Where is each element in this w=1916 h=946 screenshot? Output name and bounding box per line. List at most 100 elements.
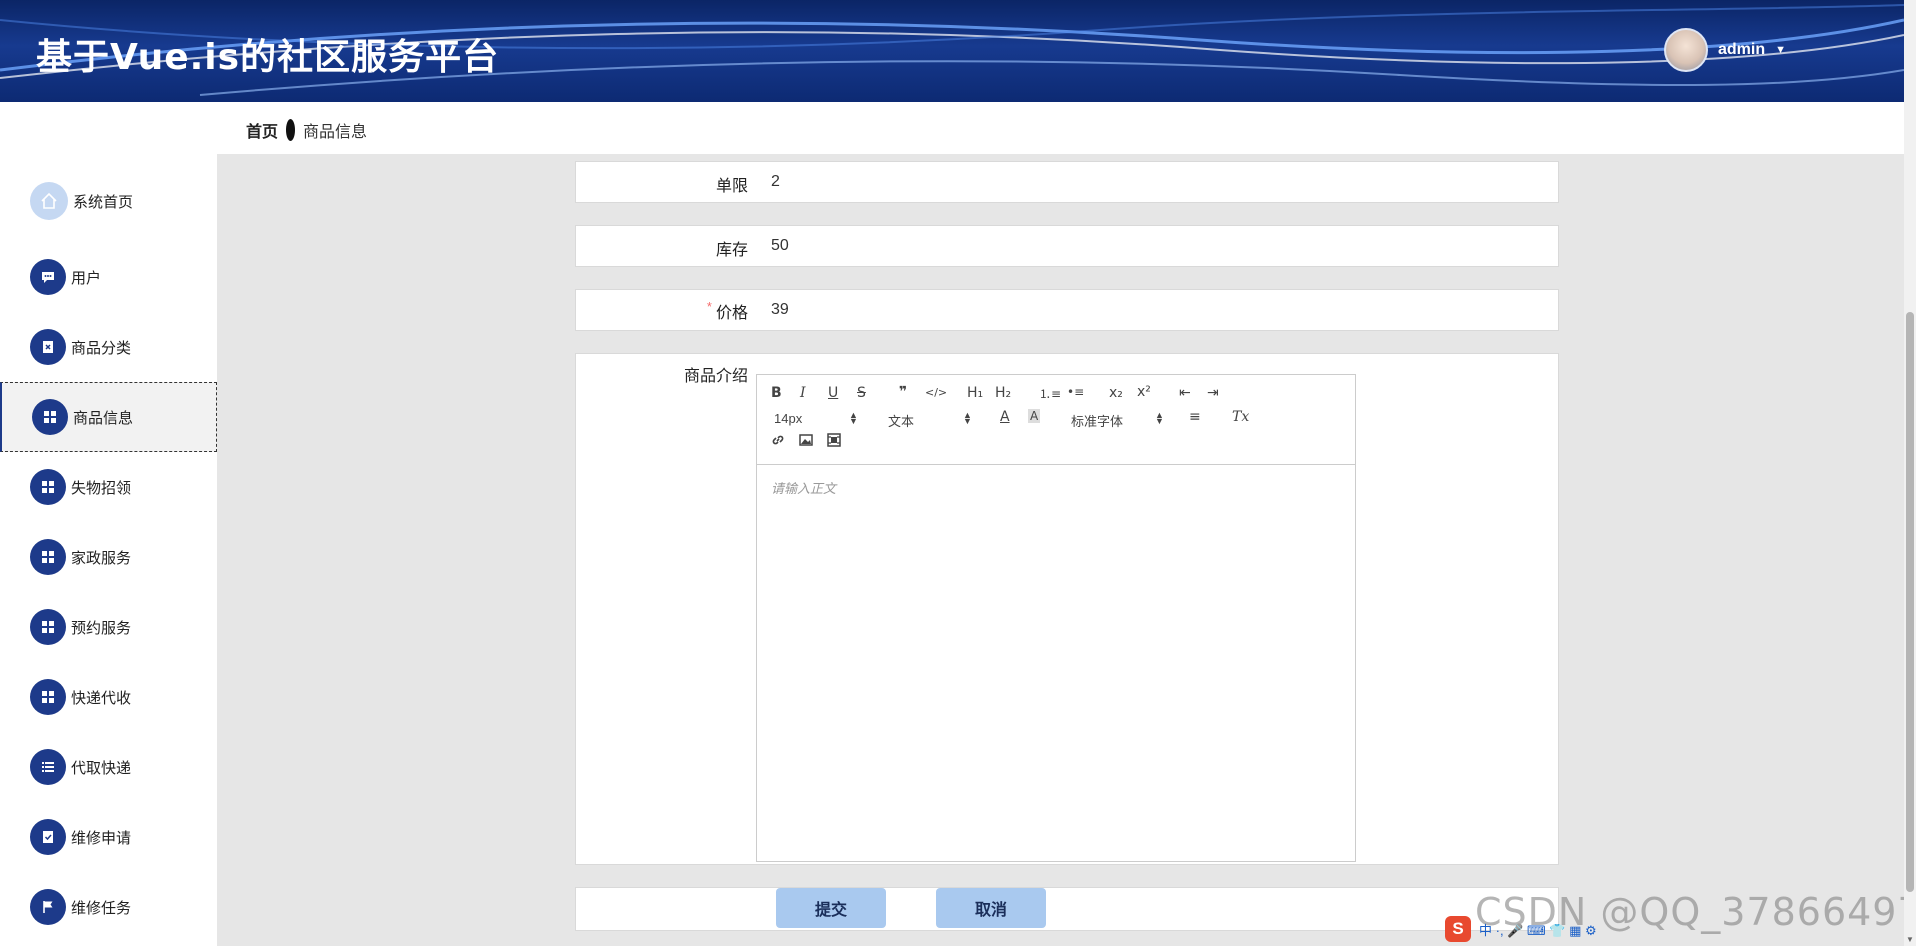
font-size-select[interactable]: 14px ▲ ▼ [774,410,858,427]
sidebar-item-housekeeping[interactable]: 家政服务 [0,522,217,592]
form-row-limit: 单限 2 [575,161,1559,203]
indent-button[interactable]: ⇥ [1207,385,1219,401]
sidebar-item-category[interactable]: 商品分类 [0,312,217,382]
header-select[interactable]: 文本 ▲ ▼ [888,411,972,430]
stock-value[interactable]: 50 [771,237,789,255]
bold-button[interactable]: B [771,385,782,401]
chat-icon [30,259,66,295]
header-2-button[interactable]: H₂ [995,385,1011,401]
italic-button[interactable]: I [800,385,806,401]
limit-label: 单限 [715,178,748,195]
superscript-button[interactable]: x² [1137,384,1151,400]
sidebar-item-lost-found[interactable]: 失物招领 [0,452,217,522]
price-label-text: 价格 [715,305,748,322]
breadcrumb-current: 商品信息 [303,124,368,141]
required-mark: * [706,299,712,314]
breadcrumb-bar: 首页 商品信息 [0,102,1904,154]
font-color-button[interactable]: A [1000,409,1010,425]
font-size-value: 14px [774,411,803,426]
clean-format-button[interactable]: Tx [1232,409,1249,425]
background-color-button[interactable]: A [1028,409,1041,423]
image-icon[interactable] [799,433,813,451]
ime-status-text[interactable]: 中 ·, 🎤 ⌨ 👕 ▦ ⚙ [1479,920,1597,939]
sidebar: 系统首页 用户 商品分类 商品信息 失物招领 家政服务 预约服务 快递代收 代取… [0,154,217,946]
select-arrows-icon: ▲ ▼ [849,410,858,426]
editor-toolbar: B I U S ❞ </> H₁ H₂ ⒈≡ •≡ x₂ x² ⇤ ⇥ 14px… [757,375,1355,465]
sidebar-item-label: 维修任务 [71,899,132,917]
rich-text-editor: B I U S ❞ </> H₁ H₂ ⒈≡ •≡ x₂ x² ⇤ ⇥ 14px… [756,374,1356,862]
sidebar-item-label: 代取快递 [71,759,132,777]
scroll-down-icon[interactable]: ▼ [1906,935,1914,944]
top-header: 基于Vue.is的社区服务平台 admin ▼ [0,0,1904,102]
select-arrows-icon: ▲ ▼ [963,410,972,426]
ordered-list-button[interactable]: ⒈≡ [1039,385,1061,402]
sidebar-item-label: 商品分类 [71,339,132,357]
editor-placeholder: 请输入正文 [771,481,837,496]
grid-icon [30,469,66,505]
sidebar-item-label: 家政服务 [71,549,132,567]
sidebar-item-label: 商品信息 [73,409,134,427]
align-button[interactable]: ≡ [1189,409,1201,425]
ime-toolbar[interactable]: S 中 ·, 🎤 ⌨ 👕 ▦ ⚙ [1445,912,1655,946]
limit-value[interactable]: 2 [771,173,780,191]
font-family-value: 标准字体 [1071,414,1124,429]
outdent-button[interactable]: ⇤ [1179,385,1191,401]
main-content: 单限 2 库存 50 * 价格 39 商品介绍 B I U S ❞ </> H₁ … [217,154,1904,946]
select-arrows-icon: ▲ ▼ [1155,410,1164,426]
sidebar-item-home[interactable]: 系统首页 [0,166,217,236]
sidebar-item-repair-task[interactable]: 维修任务 [0,872,217,942]
breadcrumb-separator-icon [286,119,296,141]
subscript-button[interactable]: x₂ [1109,385,1123,401]
video-icon[interactable] [827,433,841,451]
home-icon [30,182,68,220]
header-1-button[interactable]: H₁ [967,385,983,401]
chevron-down-icon[interactable]: ▼ [1775,44,1786,56]
grid-icon [30,609,66,645]
form-row-price: * 价格 39 [575,289,1559,331]
header-select-value: 文本 [888,414,915,429]
code-block-button[interactable]: </> [925,386,947,399]
clipboard-icon [30,329,66,365]
price-label: * 价格 [707,299,748,323]
strike-button[interactable]: S [857,385,866,401]
link-icon[interactable] [771,433,785,450]
cancel-button[interactable]: 取消 [936,888,1046,928]
sidebar-item-user[interactable]: 用户 [0,242,217,312]
sidebar-item-parcel-pickup[interactable]: 代取快递 [0,732,217,802]
breadcrumb-home[interactable]: 首页 [246,118,278,142]
sidebar-item-label: 用户 [71,269,102,287]
sidebar-item-reservation[interactable]: 预约服务 [0,592,217,662]
flag-icon [30,889,66,925]
form-row-stock: 库存 50 [575,225,1559,267]
font-family-select[interactable]: 标准字体 ▲ ▼ [1071,410,1164,430]
sidebar-item-goods[interactable]: 商品信息 [0,382,217,452]
stock-label: 库存 [715,242,748,259]
user-name[interactable]: admin [1718,41,1765,59]
sidebar-item-label: 系统首页 [73,193,134,211]
sidebar-item-repair-request[interactable]: 维修申请 [0,802,217,872]
bullet-list-button[interactable]: •≡ [1067,385,1084,399]
list-icon [30,749,66,785]
avatar[interactable] [1663,28,1708,72]
breadcrumb: 首页 商品信息 [246,118,367,142]
form-row-intro: 商品介绍 B I U S ❞ </> H₁ H₂ ⒈≡ •≡ x₂ x² ⇤ ⇥… [575,353,1559,865]
price-value[interactable]: 39 [771,301,789,319]
sidebar-item-label: 快递代收 [71,689,132,707]
user-menu[interactable]: admin ▼ [1663,28,1786,72]
grid-icon [30,539,66,575]
grid-icon [30,679,66,715]
underline-button[interactable]: U [828,385,838,401]
sidebar-item-label: 预约服务 [71,619,132,637]
blockquote-button[interactable]: ❞ [899,384,907,400]
grid-icon [32,399,68,435]
clipboard-check-icon [30,819,66,855]
sidebar-item-label: 维修申请 [71,829,132,847]
form-row-actions: 提交 取消 [575,887,1559,931]
editor-body[interactable]: 请输入正文 [757,465,1355,861]
app-title: 基于Vue.is的社区服务平台 [36,37,500,78]
submit-button[interactable]: 提交 [776,888,886,928]
sidebar-item-parcel-receive[interactable]: 快递代收 [0,662,217,732]
scrollbar-thumb[interactable] [1906,312,1914,892]
page-scrollbar[interactable]: ▼ [1904,0,1916,946]
ime-logo-icon[interactable]: S [1445,916,1471,942]
